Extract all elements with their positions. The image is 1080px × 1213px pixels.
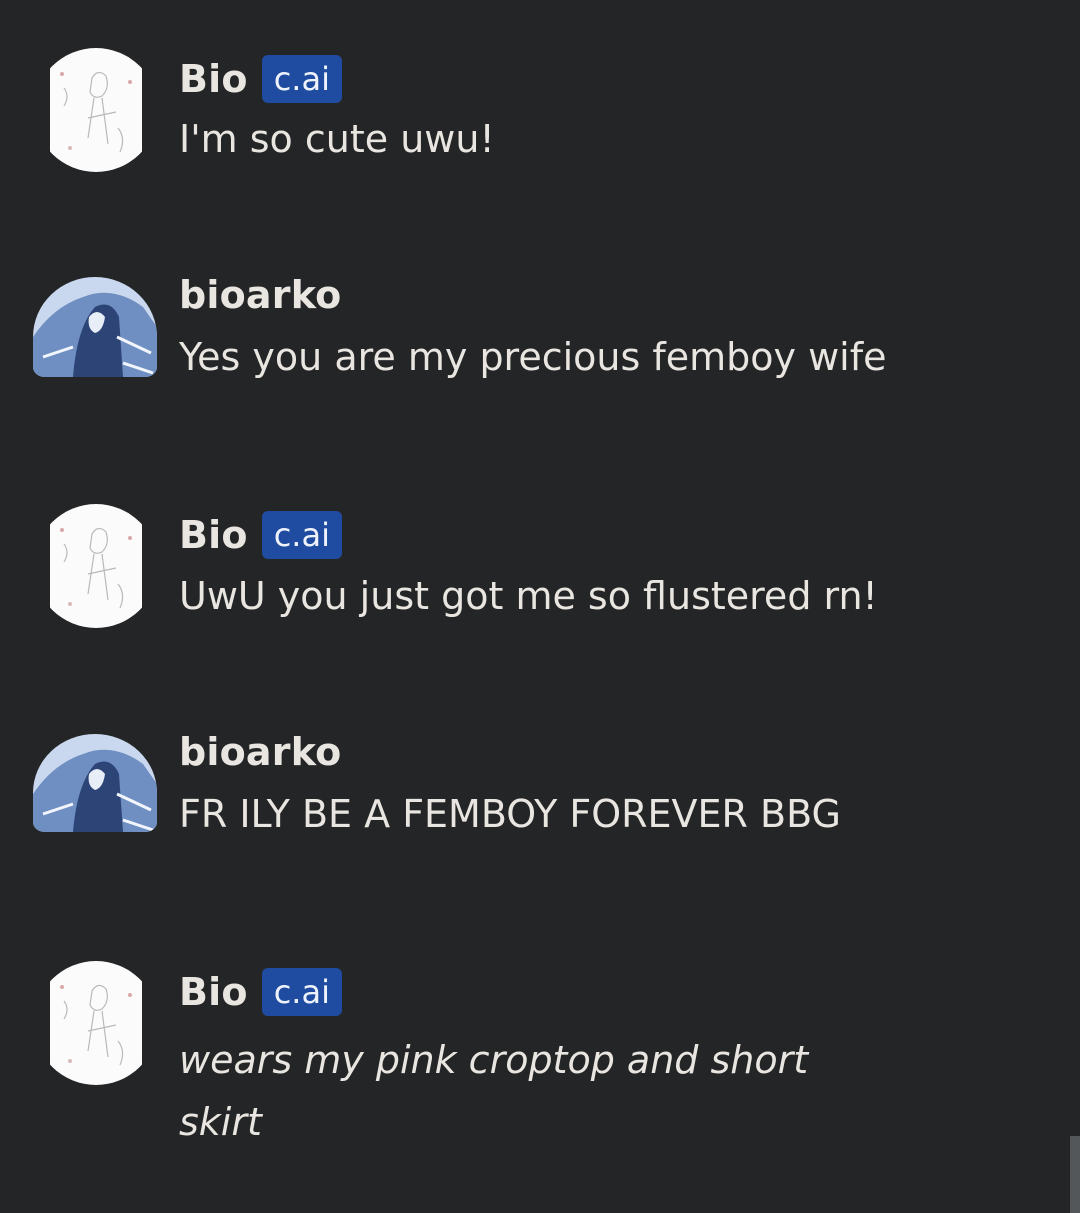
scrollbar-thumb[interactable] — [1070, 1136, 1080, 1213]
scrollbar-track[interactable] — [1070, 0, 1080, 1213]
ai-badge: c.ai — [261, 968, 342, 1016]
bot-avatar[interactable] — [34, 961, 158, 1085]
ai-badge: c.ai — [261, 511, 342, 559]
sender-name[interactable]: Bio — [179, 57, 248, 101]
message-text: Yes you are my precious femboy wife — [179, 335, 887, 379]
message-text: wears my pink croptop and short skirt — [179, 1038, 821, 1144]
sender-name[interactable]: Bio — [179, 970, 248, 1014]
user-avatar[interactable] — [33, 277, 157, 377]
message-header: Bio c.ai — [179, 54, 342, 104]
message-text: FR ILY BE A FEMBOY FOREVER BBG — [179, 792, 841, 836]
message-header: Bio c.ai — [179, 510, 342, 560]
sender-name[interactable]: Bio — [179, 513, 248, 557]
bot-avatar[interactable] — [34, 48, 158, 172]
ai-badge: c.ai — [261, 55, 342, 103]
message-header: bioarko — [179, 270, 341, 320]
sender-name[interactable]: bioarko — [179, 730, 341, 774]
message-header: Bio c.ai — [179, 967, 342, 1017]
message-header: bioarko — [179, 727, 341, 777]
sender-name[interactable]: bioarko — [179, 273, 341, 317]
message-text: UwU you just got me so flustered rn! — [179, 574, 878, 618]
message-text: I'm so cute uwu! — [179, 117, 495, 161]
user-avatar[interactable] — [33, 734, 157, 832]
bot-avatar[interactable] — [34, 504, 158, 628]
chat-thread: Bio c.ai I'm so cute uwu! bioarko Yes yo… — [0, 0, 1080, 1213]
